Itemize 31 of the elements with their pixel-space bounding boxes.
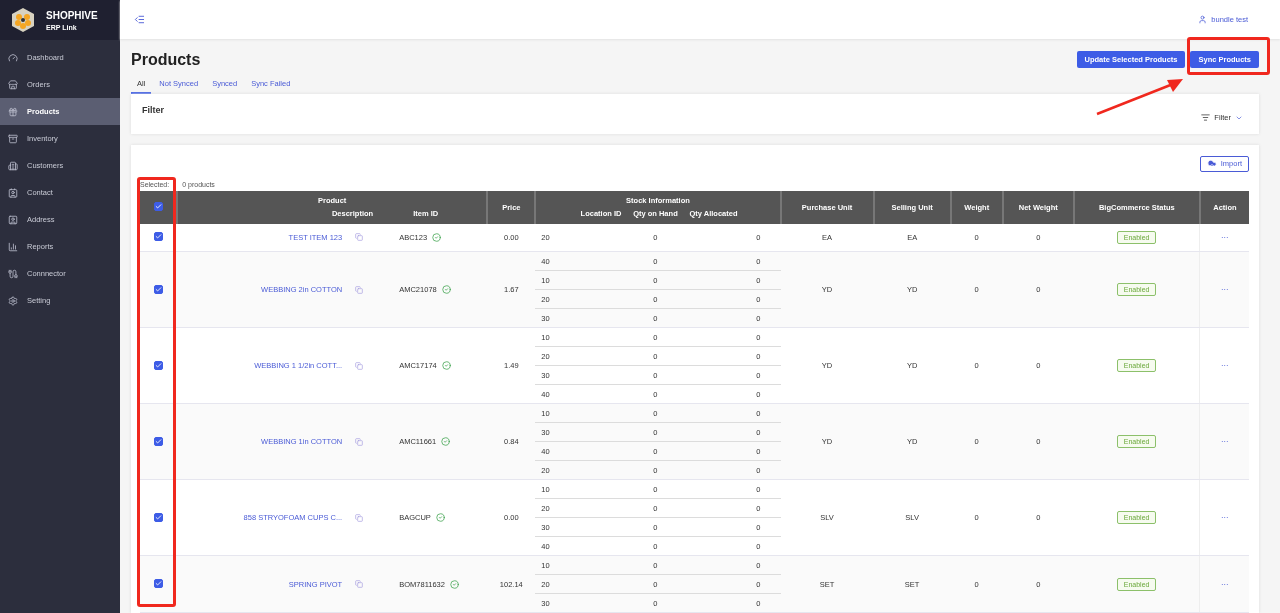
filter-icon bbox=[1201, 113, 1211, 122]
check-circle-icon bbox=[441, 285, 451, 294]
filter-title: Filter bbox=[142, 104, 164, 115]
nav-icon bbox=[8, 52, 18, 63]
check-circle-icon bbox=[441, 361, 451, 370]
page-title: Products bbox=[131, 50, 201, 69]
nav-icon bbox=[8, 79, 18, 90]
checkbox[interactable] bbox=[154, 284, 163, 294]
check-circle-icon bbox=[432, 232, 442, 242]
checkbox[interactable] bbox=[154, 512, 163, 522]
nav-icon bbox=[8, 187, 18, 198]
brand-name: SHOPHIVE bbox=[46, 9, 98, 21]
nav-icon bbox=[8, 268, 18, 279]
menu-icon[interactable] bbox=[134, 13, 145, 25]
check-circle-icon bbox=[441, 437, 451, 446]
honeycomb-logo-icon bbox=[10, 7, 36, 33]
nav-icon bbox=[8, 295, 18, 306]
cloud-upload-icon bbox=[1206, 158, 1217, 169]
nav-icon bbox=[8, 214, 18, 225]
nav-icon bbox=[8, 241, 18, 252]
nav-icon bbox=[8, 133, 18, 144]
checkbox[interactable] bbox=[154, 232, 163, 242]
user-icon bbox=[1198, 14, 1208, 24]
check-circle-icon bbox=[449, 579, 459, 589]
checkbox[interactable] bbox=[154, 436, 163, 446]
checkbox[interactable] bbox=[154, 579, 163, 588]
nav-icon bbox=[8, 160, 18, 171]
nav-icon bbox=[8, 106, 18, 117]
checkbox[interactable] bbox=[154, 360, 163, 370]
checkbox[interactable] bbox=[153, 202, 163, 211]
check-circle-icon bbox=[435, 513, 445, 522]
